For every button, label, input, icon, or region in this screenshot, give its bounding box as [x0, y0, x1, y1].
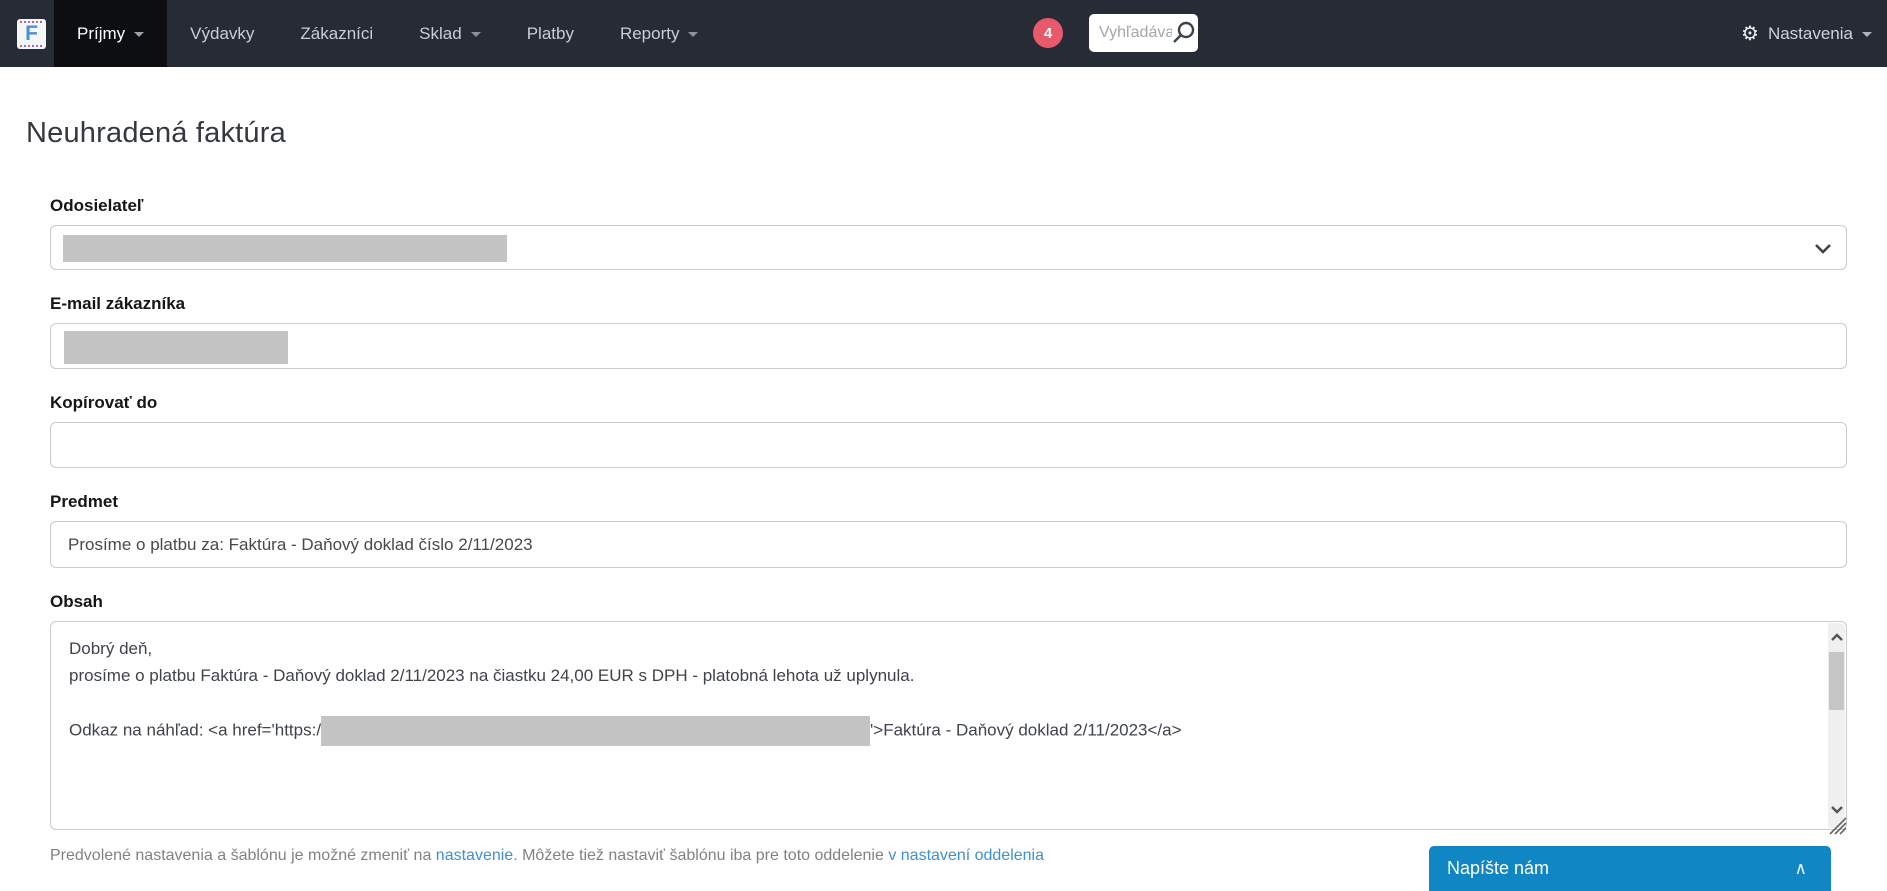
logo-perforation-icon — [20, 44, 43, 47]
department-settings-link[interactable]: v nastavení oddelenia — [888, 847, 1044, 864]
hint-text: Predvolené nastavenia a šablónu je možné… — [50, 847, 436, 864]
nav-item-settings[interactable]: ⚙ Nastavenia — [1741, 0, 1872, 67]
nav-item-label: Zákazníci — [300, 23, 374, 43]
chevron-down-icon — [134, 32, 145, 37]
redacted-sender-value — [63, 235, 507, 262]
hint-text: Môžete tiež nastaviť šablónu iba pre tot… — [517, 847, 889, 864]
app-logo[interactable]: F — [17, 18, 46, 49]
page-title: Neuhradená faktúra — [26, 117, 286, 149]
main-content: Neuhradená faktúra Odosielateľ E-mail zá… — [0, 117, 1887, 865]
subject-field[interactable] — [51, 522, 1846, 567]
customer-email-label: E-mail zákazníka — [50, 294, 186, 313]
gear-icon: ⚙ — [1741, 22, 1759, 45]
top-navbar: F Príjmy Výdavky Zákazníci Sklad Platby … — [0, 0, 1887, 67]
subject-field-wrap — [50, 521, 1847, 568]
nav-item-reporty[interactable]: Reporty — [597, 0, 722, 67]
scroll-up-icon[interactable] — [1828, 625, 1845, 649]
logo-perforation-icon — [20, 20, 43, 23]
invoice-reminder-form: Odosielateľ E-mail zákazníka Kopírovať d… — [50, 196, 1847, 865]
content-blank-line — [69, 689, 1801, 716]
customer-email-group: E-mail zákazníka — [50, 294, 1847, 369]
chevron-down-icon — [1815, 244, 1831, 254]
chevron-up-icon: ∧ — [1794, 858, 1807, 878]
content-group: Obsah Dobrý deň, prosíme o platbu Faktúr… — [50, 592, 1847, 835]
settings-link[interactable]: nastavenie. — [436, 847, 518, 864]
copy-to-group: Kopírovať do — [50, 393, 1847, 468]
copy-to-field[interactable] — [51, 423, 1846, 467]
content-textarea[interactable]: Dobrý deň, prosíme o platbu Faktúra - Da… — [50, 621, 1847, 835]
chevron-down-icon — [1862, 32, 1872, 37]
sender-group: Odosielateľ — [50, 196, 1847, 270]
nav-item-prijmy[interactable]: Príjmy — [54, 0, 168, 67]
chat-widget-button[interactable]: Napíšte nám ∧ — [1429, 846, 1831, 891]
chevron-down-icon — [688, 32, 699, 37]
scrollbar-thumb[interactable] — [1829, 652, 1844, 710]
nav-item-label: Príjmy — [77, 23, 126, 43]
logo-letter: F — [25, 22, 38, 45]
sender-select[interactable] — [50, 225, 1847, 270]
chevron-down-icon — [470, 32, 481, 37]
content-line: prosíme o platbu Faktúra - Daňový doklad… — [69, 666, 915, 685]
content-line: Dobrý deň, — [69, 639, 153, 658]
content-link-suffix: '>Faktúra - Daňový doklad 2/11/2023</a> — [870, 720, 1182, 740]
chat-widget-label: Napíšte nám — [1447, 858, 1550, 878]
nav-item-zakaznici[interactable]: Zákazníci — [277, 0, 396, 67]
search-box — [1089, 14, 1198, 52]
nav-item-vydavky[interactable]: Výdavky — [167, 0, 277, 67]
nav-item-label: Sklad — [419, 23, 462, 43]
redacted-url-value — [321, 716, 871, 746]
subject-group: Predmet — [50, 492, 1847, 568]
content-line: Odkaz na náhľad: <a href='https:/ '>Faktú… — [69, 716, 1801, 746]
textarea-scrollbar[interactable] — [1828, 623, 1845, 828]
customer-email-field[interactable] — [50, 323, 1847, 369]
nav-item-platby[interactable]: Platby — [504, 0, 597, 67]
copy-to-field-wrap — [50, 422, 1847, 468]
subject-label: Predmet — [50, 492, 119, 511]
nav-item-label: Reporty — [619, 23, 680, 43]
sender-label: Odosielateľ — [50, 196, 144, 215]
redacted-email-value — [64, 331, 288, 364]
copy-to-label: Kopírovať do — [50, 393, 158, 412]
nav-item-sklad[interactable]: Sklad — [396, 0, 504, 67]
nav-item-label: Výdavky — [190, 23, 255, 43]
content-link-prefix: Odkaz na náhľad: <a href='https:/ — [69, 720, 322, 740]
nav-left-group: F Príjmy Výdavky Zákazníci Sklad Platby … — [0, 0, 1887, 67]
resize-handle-icon[interactable] — [1826, 814, 1848, 836]
settings-label: Nastavenia — [1767, 23, 1853, 43]
content-label: Obsah — [50, 592, 103, 611]
notification-badge[interactable]: 4 — [1033, 18, 1063, 48]
nav-item-label: Platby — [526, 23, 574, 43]
search-icon[interactable] — [1170, 20, 1196, 46]
